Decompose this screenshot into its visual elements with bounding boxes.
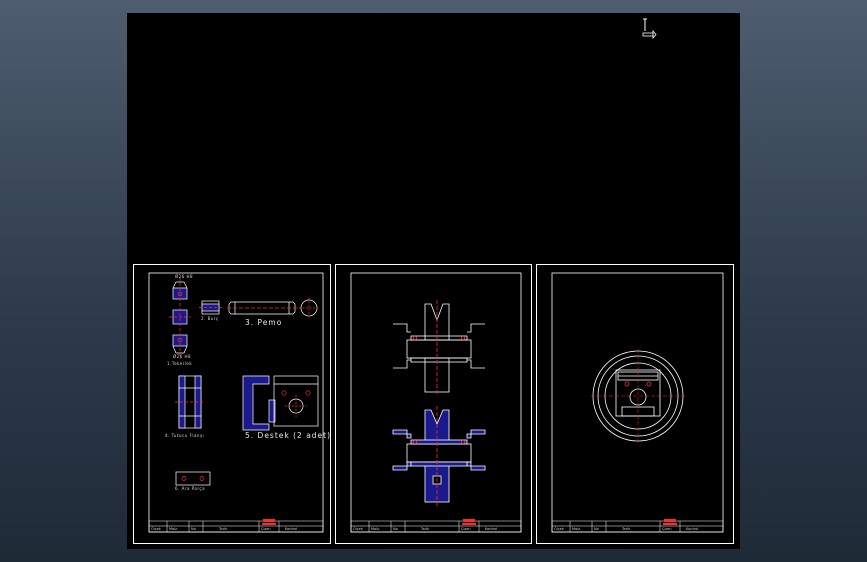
label-part-support: 5. Destek (2 adet) [245,431,332,440]
title-cell-checked: Kontrol [686,527,699,531]
part-pin [227,298,319,318]
title-cell-material: Malz. [169,527,179,531]
title-cell-scale: Ölçek [353,527,363,531]
side-view-drawing [536,264,734,544]
part-wheel-section [169,278,191,359]
title-cell-material: Malz. [572,527,582,531]
dim-label-bottom: Ø26 H8 [173,354,192,359]
assembly-section-view [392,406,486,506]
assembly-front-view [393,300,485,396]
title-cell-drawn: Çizen [261,527,271,531]
title-cell-number: No [393,527,398,531]
title-cell-drawn: Çizen [461,527,471,531]
label-part-bushing: 2. Burç [201,316,219,321]
title-cell-drawn: Çizen [662,527,672,531]
part-spacer [175,471,211,486]
title-cell-scale: Ölçek [151,527,161,531]
title-cell-date: Tarih [622,527,631,531]
title-cell-checked: Kontrol [485,527,498,531]
title-cell-number: No [594,527,599,531]
part-support [242,375,319,431]
label-part-spacer: 6. Ara Parça [175,486,206,491]
title-cell-date: Tarih [421,527,430,531]
drawing-sheet-parts[interactable]: Ø26 H8 Ø26 H8 1.Tekerlek 2. Burç 3. Pemo… [133,264,331,544]
title-cell-scale: Ölçek [554,527,564,531]
drawing-sheet-assembly[interactable]: Ölçek Malz. No Tarih Çizen Kontrol [335,264,532,544]
title-cell-checked: Kontrol [285,527,298,531]
parts-drawing [133,264,331,544]
assembly-drawing [335,264,532,544]
label-part-pin: 3. Pemo [245,318,283,327]
title-cell-material: Malz. [371,527,381,531]
label-part-wheel: 1.Tekerlek [167,361,193,366]
drawing-sheet-side-view[interactable]: Ölçek Malz. No Tarih Çizen Kontrol [536,264,734,544]
dim-label-top: Ø26 H8 [175,274,194,279]
part-holder-flange [175,375,205,429]
title-cell-number: No [191,527,196,531]
ucs-icon [642,18,657,40]
wheel-side-view [591,349,685,443]
title-cell-date: Tarih [219,527,228,531]
title-logo [262,519,276,525]
label-part-holder-flange: 4. Tutucu Flanşı [165,433,205,438]
part-bushing [199,300,222,315]
